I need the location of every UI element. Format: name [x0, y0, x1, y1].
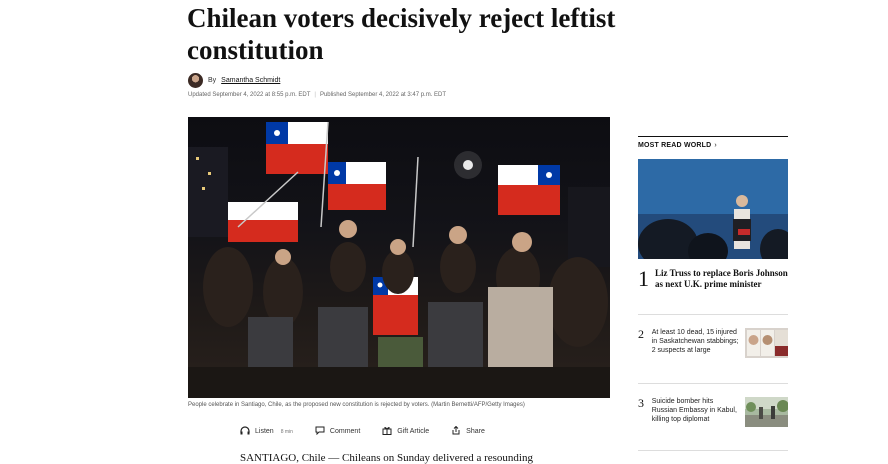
byline-prefix: By	[208, 77, 217, 84]
author-link[interactable]: Samantha Schmidt	[221, 77, 280, 84]
rank-number: 1	[638, 266, 649, 291]
item-divider	[638, 314, 788, 315]
item-divider	[638, 450, 788, 451]
most-read-lead-image[interactable]	[638, 159, 788, 259]
comment-icon	[315, 426, 325, 437]
gift-label: Gift Article	[397, 428, 430, 435]
article-dates: Updated September 4, 2022 at 8:55 p.m. E…	[188, 92, 446, 98]
most-read-thumbnail	[744, 328, 788, 358]
most-read-item-2[interactable]: 2 At least 10 dead, 15 injured in Saskat…	[638, 328, 788, 358]
listen-label: Listen	[255, 428, 274, 435]
most-read-headline: Suicide bomber hits Russian Embassy in K…	[651, 398, 737, 423]
date-separator: |	[314, 92, 316, 98]
article-actions: Listen 8 min Comment Gift Article Share	[240, 425, 485, 437]
crowd-celebration-illustration	[188, 121, 610, 398]
most-read-headline: Liz Truss to replace Boris Johnson as ne…	[655, 268, 788, 289]
most-read-item-1[interactable]: 1 Liz Truss to replace Boris Johnson as …	[638, 268, 788, 290]
updated-date: Updated September 4, 2022 at 8:55 p.m. E…	[188, 92, 311, 98]
image-caption: People celebrate in Santiago, Chile, as …	[188, 402, 525, 408]
hero-image	[188, 117, 610, 398]
gift-article-button[interactable]: Gift Article	[382, 426, 429, 437]
sidebar-top-rule	[638, 136, 788, 137]
most-read-sidebar: MOST READ WORLD ›	[638, 136, 788, 259]
listen-duration: 8 min	[280, 428, 293, 435]
rank-number: 3	[638, 396, 644, 410]
share-icon	[451, 425, 461, 437]
most-read-item-3[interactable]: 3 Suicide bomber hits Russian Embassy in…	[638, 397, 788, 427]
gift-icon	[382, 426, 392, 437]
article-headline: Chilean voters decisively reject leftist…	[187, 3, 616, 65]
comment-button[interactable]: Comment	[315, 426, 360, 437]
item-divider	[638, 383, 788, 384]
share-label: Share	[466, 428, 485, 435]
chevron-right-icon: ›	[714, 142, 717, 149]
comment-label: Comment	[329, 428, 361, 435]
article-lede: SANTIAGO, Chile — Chileans on Sunday del…	[240, 452, 533, 464]
most-read-headline: At least 10 dead, 15 injured in Saskatch…	[651, 329, 739, 354]
most-read-title: MOST READ WORLD	[638, 142, 712, 149]
byline: By Samantha Schmidt	[188, 73, 280, 88]
rank-number: 2	[638, 327, 644, 341]
listen-button[interactable]: Listen 8 min	[240, 426, 293, 437]
most-read-thumbnail	[744, 397, 788, 427]
most-read-heading[interactable]: MOST READ WORLD ›	[638, 142, 788, 149]
author-avatar	[188, 73, 203, 88]
headphones-icon	[240, 426, 250, 437]
published-date: Published September 4, 2022 at 3:47 p.m.…	[319, 92, 447, 98]
share-button[interactable]: Share	[451, 425, 485, 437]
